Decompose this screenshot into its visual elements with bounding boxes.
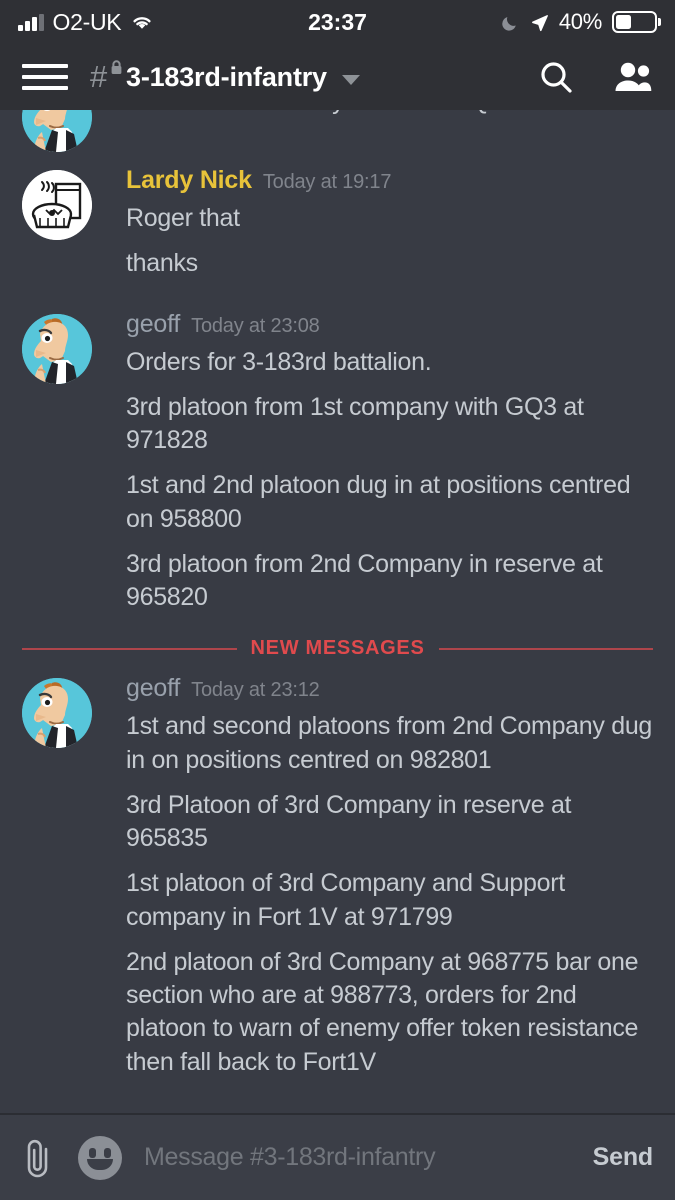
- message-line: 3rd platoon from 1st company with GQ3 at…: [126, 392, 584, 454]
- message-list[interactable]: 971828 is where my Battalion HQ is: [0, 110, 675, 1113]
- channel-title-button[interactable]: # 3-183rd-infantry: [90, 60, 360, 93]
- message-line: 1st platoon of 3rd Company and Support c…: [126, 869, 565, 931]
- message-row[interactable]: 971828 is where my Battalion HQ is: [0, 110, 675, 152]
- avatar-column: [22, 310, 94, 622]
- avatar[interactable]: [22, 678, 92, 749]
- message-line: 971828 is where my Battalion HQ is: [126, 110, 653, 125]
- carrier-label: O2-UK: [52, 8, 122, 35]
- message-author[interactable]: geoff: [126, 310, 180, 339]
- message-author[interactable]: geoff: [126, 674, 180, 703]
- emoji-smiley-icon[interactable]: [78, 1135, 122, 1180]
- hamburger-menu-icon[interactable]: [22, 60, 68, 94]
- message-timestamp: Today at 23:12: [191, 679, 320, 702]
- status-bar-right: 40%: [501, 9, 657, 35]
- channel-name-label: 3-183rd-infantry: [126, 61, 327, 92]
- divider-rule-left: [22, 648, 237, 650]
- message-timestamp: Today at 23:08: [191, 314, 320, 337]
- wifi-icon: [130, 13, 154, 31]
- avatar-column: [22, 674, 94, 1086]
- paperclip-icon[interactable]: [22, 1138, 56, 1178]
- status-bar-left: O2-UK: [18, 9, 154, 36]
- avatar[interactable]: [22, 170, 92, 240]
- battery-percent-label: 40%: [558, 9, 602, 34]
- message-row[interactable]: Lardy Nick Today at 19:17 Roger that tha…: [0, 152, 675, 288]
- message-line: thanks: [126, 249, 198, 278]
- message-line: Roger that: [126, 204, 240, 232]
- avatar[interactable]: [22, 110, 92, 152]
- message-line: 1st and second platoons from 2nd Company…: [126, 712, 653, 774]
- message-body: 971828 is where my Battalion HQ is: [94, 110, 653, 152]
- message-row[interactable]: geoff Today at 23:12 1st and second plat…: [0, 670, 675, 1086]
- header-actions: [539, 60, 653, 94]
- private-channel-hash-lock-icon: #: [90, 60, 122, 92]
- message-line: 2nd platoon of 3rd Company at 968775 bar…: [126, 947, 639, 1076]
- new-messages-label: NEW MESSAGES: [250, 637, 425, 660]
- signal-bars-icon: [18, 13, 44, 31]
- avatar[interactable]: [22, 313, 92, 384]
- chevron-down-icon: [341, 74, 360, 85]
- message-line: 3rd platoon from 2nd Company in reserve …: [126, 549, 603, 611]
- message-header: geoff Today at 23:08: [126, 310, 653, 341]
- moon-icon: [501, 13, 520, 32]
- message-line: 3rd Platoon of 3rd Company in reserve at…: [126, 790, 572, 852]
- search-icon[interactable]: [539, 60, 573, 94]
- message-body: geoff Today at 23:08 Orders for 3-183rd …: [94, 310, 653, 622]
- location-arrow-icon: [530, 13, 549, 32]
- divider-rule-right: [438, 648, 654, 650]
- message-input-bar: Send: [0, 1115, 675, 1200]
- message-header: Lardy Nick Today at 19:17: [126, 166, 653, 197]
- battery-icon: [612, 11, 657, 33]
- send-button[interactable]: Send: [583, 1143, 654, 1172]
- new-messages-divider: NEW MESSAGES: [0, 621, 675, 670]
- avatar-column: [22, 166, 94, 288]
- status-bar: O2-UK 23:37 40%: [0, 0, 675, 44]
- message-body: Lardy Nick Today at 19:17 Roger that tha…: [94, 166, 653, 288]
- channel-header: # 3-183rd-infantry: [0, 44, 675, 110]
- members-icon[interactable]: [613, 61, 653, 93]
- message-author[interactable]: Lardy Nick: [126, 166, 252, 195]
- avatar-column: [22, 110, 94, 152]
- discord-mobile-app: O2-UK 23:37 40% # 3-183rd-infantry Lardy…: [0, 0, 675, 1200]
- message-timestamp: Today at 19:17: [262, 171, 392, 193]
- message-line: 1st and 2nd platoon dug in at positions …: [126, 471, 631, 533]
- message-row[interactable]: geoff Today at 23:08 Orders for 3-183rd …: [0, 288, 675, 622]
- message-body: geoff Today at 23:12 1st and second plat…: [94, 674, 653, 1086]
- message-line: Orders for 3-183rd battalion.: [126, 347, 432, 376]
- message-input[interactable]: [144, 1143, 561, 1172]
- message-header: geoff Today at 23:12: [126, 674, 653, 705]
